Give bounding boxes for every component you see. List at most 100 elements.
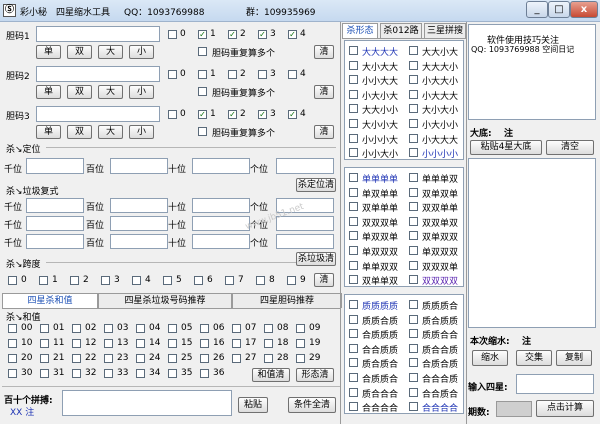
form-item[interactable]: 大大大大 [349,45,405,58]
form-item[interactable]: 小大大大 [409,89,465,102]
form-checkbox[interactable] [349,119,358,128]
form-checkbox[interactable] [409,329,418,339]
sum-checkbox[interactable] [40,369,49,378]
form-checkbox[interactable] [349,343,358,353]
form-item[interactable]: 小小小小 [409,147,465,160]
form-checkbox[interactable] [409,104,418,114]
sum-checkbox[interactable] [136,324,145,333]
kill-position-button[interactable]: 杀定位清 [296,178,336,192]
form-item[interactable]: 小小大大 [349,74,405,87]
form-checkbox[interactable] [409,231,418,241]
position-input[interactable] [276,158,334,174]
junk-input[interactable] [110,198,168,213]
span-checkbox[interactable] [70,276,79,285]
form-tab[interactable]: 杀形态 [342,23,378,38]
form-item[interactable]: 小小小大 [349,133,405,146]
form-checkbox[interactable] [409,402,418,412]
sum-checkbox[interactable] [168,339,177,348]
sum-checkbox[interactable] [104,369,113,378]
form-item[interactable]: 双双单双 [409,216,465,229]
form-checkbox[interactable] [409,216,418,226]
form-item[interactable]: 大小大大 [349,60,405,73]
junk-input[interactable] [276,234,334,249]
pin-input[interactable] [62,390,232,416]
form-checkbox[interactable] [409,187,418,197]
bill-quick-button[interactable]: 大 [98,125,123,139]
form-tab[interactable]: 三星拼搜 [424,23,466,38]
form-checkbox[interactable] [349,402,358,412]
bill-clear-button[interactable]: 清 [314,85,334,99]
sum-checkbox[interactable] [72,369,81,378]
form-checkbox[interactable] [349,275,358,285]
form-checkbox[interactable] [409,173,418,182]
form-checkbox[interactable] [409,314,418,324]
form-checkbox[interactable] [409,89,418,99]
sum-checkbox[interactable] [168,324,177,333]
intersect-button[interactable]: 交集 [516,350,552,366]
form-clear-button[interactable]: 形态清 [296,368,334,382]
sum-checkbox[interactable] [136,369,145,378]
bill-quick-button[interactable]: 大 [98,45,123,59]
bill-checkbox[interactable]: ✓ [288,30,297,39]
form-item[interactable]: 单单单双 [409,172,465,185]
form-checkbox[interactable] [409,60,418,70]
maximize-button[interactable]: □ [548,1,570,18]
span-checkbox[interactable] [163,276,172,285]
bill-input[interactable] [36,106,160,122]
form-item[interactable]: 单双单单 [349,187,405,200]
form-checkbox[interactable] [349,104,358,114]
sum-checkbox[interactable] [232,324,241,333]
position-input[interactable] [192,158,250,174]
bill-checkbox[interactable]: ✓ [228,110,237,119]
form-item[interactable]: 单双双双 [409,245,465,258]
sum-checkbox[interactable] [200,369,209,378]
sum-checkbox[interactable] [72,339,81,348]
sum-checkbox[interactable] [104,354,113,363]
span-checkbox[interactable] [8,276,17,285]
form-checkbox[interactable] [349,148,358,158]
form-item[interactable]: 单单双双 [349,260,405,273]
form-item[interactable]: 质质质质 [349,299,405,312]
bottom-tab[interactable]: 四星胆码推荐 [232,293,342,308]
sum-checkbox[interactable] [200,324,209,333]
sum-checkbox[interactable] [232,354,241,363]
bill-quick-button[interactable]: 单 [36,125,61,139]
form-checkbox[interactable] [409,373,418,382]
form-checkbox[interactable] [409,343,418,353]
input4-field[interactable] [516,374,594,394]
junk-input[interactable] [110,234,168,249]
form-item[interactable]: 合合质质 [349,343,405,356]
repeat-checkbox[interactable] [198,127,207,136]
form-item[interactable]: 双双双单 [349,216,405,229]
junk-input[interactable] [192,216,250,231]
calculate-button[interactable]: 点击计算 [536,400,594,417]
form-checkbox[interactable] [409,202,418,212]
sum-checkbox[interactable] [40,324,49,333]
span-checkbox[interactable] [132,276,141,285]
bill-clear-button[interactable]: 清 [314,125,334,139]
sum-checkbox[interactable] [8,354,17,363]
form-checkbox[interactable] [409,300,418,309]
form-item[interactable]: 质质合质 [349,314,405,327]
bill-checkbox[interactable]: ✓ [198,110,207,119]
span-checkbox[interactable] [194,276,203,285]
form-checkbox[interactable] [409,358,418,368]
form-item[interactable]: 合合质合 [409,387,465,400]
sum-checkbox[interactable] [168,354,177,363]
bill-quick-button[interactable]: 双 [67,125,92,139]
bottom-tab[interactable]: 四星杀垃圾号码推荐 [98,293,232,308]
sum-checkbox[interactable] [168,369,177,378]
close-button[interactable]: x [570,1,598,18]
form-item[interactable]: 大小小大 [349,118,405,131]
bill-checkbox[interactable]: ✓ [258,30,267,39]
form-checkbox[interactable] [409,246,418,255]
form-checkbox[interactable] [349,231,358,241]
form-checkbox[interactable] [349,173,358,182]
sum-clear-button[interactable]: 和值清 [252,368,290,382]
bill-input[interactable] [36,66,160,82]
form-checkbox[interactable] [409,119,418,128]
sum-checkbox[interactable] [72,324,81,333]
bottom-tab[interactable]: 四星杀和值 [2,293,98,308]
all-clear-button[interactable]: 条件全清 [288,397,336,413]
span-checkbox[interactable] [256,276,265,285]
